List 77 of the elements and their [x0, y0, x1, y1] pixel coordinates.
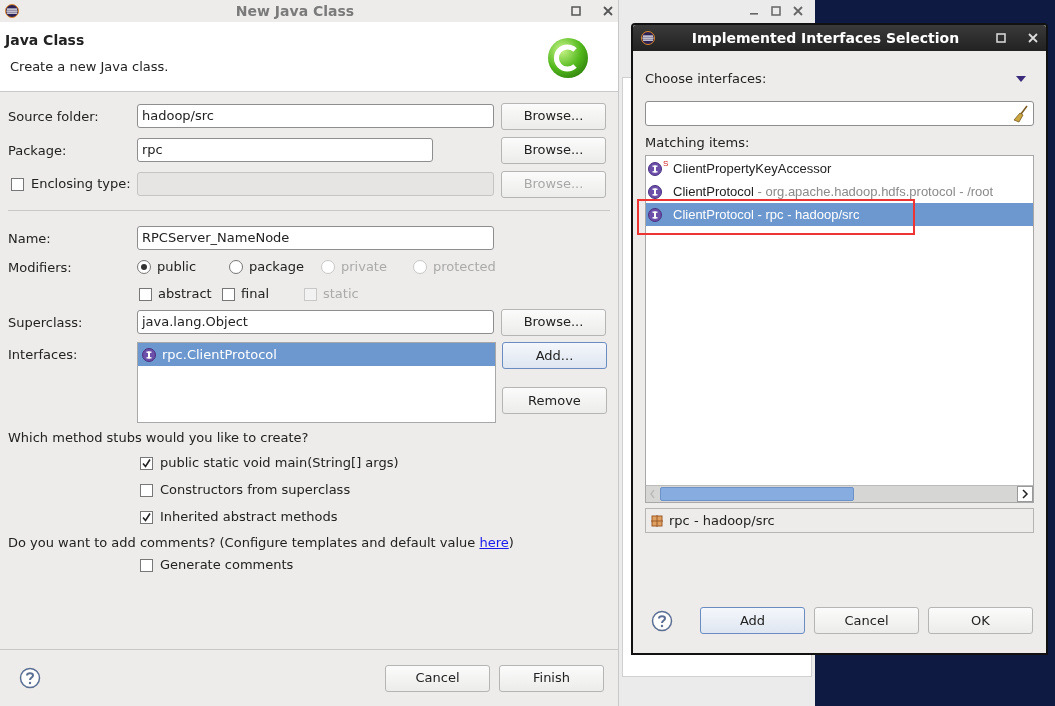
radio-label: protected — [433, 258, 496, 277]
interface-icon — [648, 207, 662, 222]
button[interactable]: Cancel — [385, 664, 490, 692]
button[interactable]: Remove — [502, 387, 607, 414]
here-link[interactable]: here — [479, 535, 509, 550]
text-field[interactable]: RPCServer_NameNode — [137, 226, 494, 250]
checkbox-label: Generate comments — [160, 556, 294, 575]
checkbox[interactable] — [139, 287, 152, 301]
package-icon — [651, 514, 663, 527]
checkbox-label: Inherited abstract methods — [160, 508, 338, 527]
item-name: ClientPropertyKeyAccessor — [673, 159, 832, 178]
text-field[interactable]: hadoop/src — [137, 104, 494, 128]
checkbox-label: public static void main(String[] args) — [160, 454, 399, 473]
button[interactable]: Add... — [502, 342, 607, 369]
list-label: Matching items: — [645, 134, 751, 150]
scrollbar-thumb[interactable] — [660, 487, 854, 501]
field-label: Package: — [8, 143, 67, 158]
app-icon — [5, 4, 19, 18]
field-label: Name: — [8, 231, 51, 246]
app-icon — [641, 31, 655, 45]
button[interactable]: Browse... — [501, 136, 606, 164]
filter-label: Choose interfaces: — [645, 70, 768, 89]
checkbox-label: final — [241, 285, 269, 304]
interface-icon — [648, 184, 662, 199]
item-qualifier: - rpc - hadoop/src — [756, 205, 860, 224]
interface-icon — [142, 347, 156, 362]
comments-prompt: Do you want to add comments? (Configure templates and default value here) — [8, 534, 515, 550]
class-icon — [546, 36, 590, 80]
help-icon[interactable] — [19, 667, 41, 689]
window-title: Implemented Interfaces Selection — [690, 28, 961, 48]
maximize-icon[interactable] — [771, 6, 781, 16]
checkbox-label: abstract — [158, 285, 212, 304]
list-item[interactable]: S ClientPropertyKeyAccessor — [646, 157, 1033, 180]
item-name: ClientProtocol — [673, 182, 754, 201]
field-label: Enclosing type: — [31, 175, 131, 194]
header-title: Java Class — [5, 31, 86, 50]
static-marker: S — [663, 157, 669, 170]
text-field[interactable]: rpc — [137, 138, 433, 162]
status-text: rpc - hadoop/src — [669, 511, 775, 530]
close-icon[interactable] — [793, 6, 803, 16]
checkbox-label: Constructors from superclass — [160, 481, 351, 500]
radio-label: private — [341, 258, 387, 277]
list-item[interactable]: ClientProtocol - org.apache.hadoop.hdfs.protocol - /root — [646, 180, 1033, 203]
field-label: Source folder: — [8, 109, 99, 124]
scroll-right-icon[interactable] — [1017, 486, 1033, 502]
radio-label: package — [249, 258, 304, 277]
checkbox[interactable] — [140, 483, 153, 497]
header-description: Create a new Java class. — [9, 58, 170, 76]
button[interactable]: Add — [700, 607, 805, 634]
checkbox-label: static — [323, 285, 359, 304]
dropdown-icon[interactable] — [1016, 76, 1026, 82]
broom-icon[interactable] — [1013, 104, 1029, 123]
checkbox[interactable] — [140, 456, 153, 470]
filter-field[interactable] — [645, 101, 1034, 126]
radio-label: public — [157, 258, 197, 277]
field-label: Modifiers: — [8, 260, 72, 275]
item-name: ClientProtocol — [673, 205, 754, 224]
interface-icon — [648, 161, 662, 176]
field-label: Interfaces: — [8, 347, 78, 362]
checkbox[interactable] — [140, 510, 153, 524]
help-icon[interactable] — [651, 609, 673, 632]
button[interactable]: Cancel — [814, 607, 919, 634]
window-title: New Java Class — [234, 1, 356, 21]
radio-button[interactable] — [137, 260, 151, 274]
stubs-question: Which method stubs would you like to create? — [8, 429, 310, 445]
checkbox[interactable] — [140, 558, 153, 572]
button[interactable]: OK — [928, 607, 1033, 634]
close-icon[interactable] — [603, 6, 613, 16]
field-label: Superclass: — [8, 315, 83, 330]
button[interactable]: Browse... — [501, 102, 606, 130]
radio-button[interactable] — [229, 260, 243, 274]
button[interactable]: Finish — [499, 664, 604, 692]
maximize-icon[interactable] — [571, 6, 581, 16]
item-qualifier: - org.apache.hadoop.hdfs.protocol - /root — [756, 182, 994, 201]
button[interactable]: Browse... — [501, 308, 606, 336]
text-field[interactable]: java.lang.Object — [137, 310, 494, 334]
checkbox[interactable] — [222, 287, 235, 301]
